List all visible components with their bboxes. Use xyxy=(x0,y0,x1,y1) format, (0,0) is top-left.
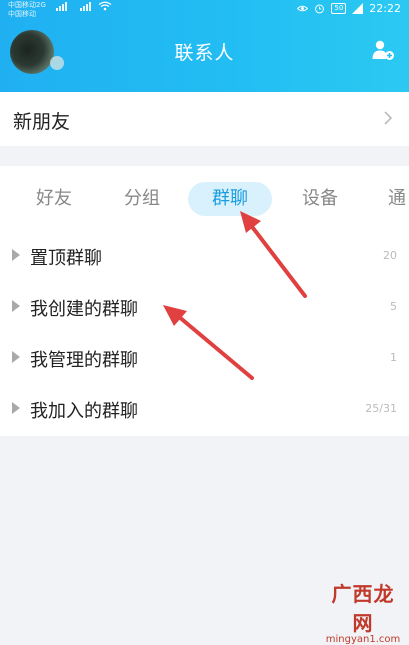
group-row-count: 5 xyxy=(390,300,397,313)
tab-group-chats[interactable]: 群聊 xyxy=(188,182,272,216)
tab-groups[interactable]: 分组 xyxy=(124,184,160,210)
clock: 22:22 xyxy=(369,2,401,15)
watermark-brand: 广西龙网 xyxy=(331,582,395,635)
eye-icon xyxy=(297,5,309,12)
cell-signal-icon xyxy=(352,3,364,14)
tab-more[interactable]: 通 xyxy=(388,184,406,210)
page-title: 联系人 xyxy=(174,42,235,64)
expand-triangle-icon xyxy=(12,351,20,363)
group-row-label: 我加入的群聊 xyxy=(30,401,138,422)
group-row-label: 我管理的群聊 xyxy=(30,350,138,371)
group-row-managed[interactable]: 我管理的群聊 1 xyxy=(0,334,409,384)
wifi-icon xyxy=(98,1,112,11)
expand-triangle-icon xyxy=(12,402,20,414)
group-row-count: 1 xyxy=(390,351,397,364)
carrier-line-1: 中国移动2G xyxy=(8,1,46,9)
new-friends-row[interactable]: 新朋友 xyxy=(0,92,409,146)
new-friends-label: 新朋友 xyxy=(13,111,71,133)
group-row-count: 20 xyxy=(383,249,397,262)
add-contact-icon[interactable] xyxy=(371,38,395,62)
expand-triangle-icon xyxy=(12,300,20,312)
tab-devices[interactable]: 设备 xyxy=(302,184,338,210)
tab-bar: 好友 分组 群聊 设备 通 xyxy=(0,166,409,230)
signal-icon xyxy=(80,2,91,11)
carrier-line-2: 中国移动 xyxy=(8,10,36,18)
status-bar: 中国移动2G 中国移动 50 22:22 xyxy=(0,0,409,18)
app-header: 中国移动2G 中国移动 50 22:22 联系人 xyxy=(0,0,409,92)
group-row-joined[interactable]: 我加入的群聊 25/31 xyxy=(0,385,409,435)
watermark-url: mingyan1.com xyxy=(325,634,401,645)
status-right: 50 22:22 xyxy=(297,2,401,15)
watermark: 广西龙网 mingyan1.com xyxy=(323,578,403,645)
alarm-icon xyxy=(315,4,325,14)
group-row-label: 置顶群聊 xyxy=(30,248,102,269)
tab-friends[interactable]: 好友 xyxy=(36,184,72,210)
group-row-label: 我创建的群聊 xyxy=(30,299,138,320)
contacts-panel: 好友 分组 群聊 设备 通 置顶群聊 20 我创建的群聊 5 我管理的群聊 1 … xyxy=(0,166,409,436)
expand-triangle-icon xyxy=(12,249,20,261)
group-row-pinned[interactable]: 置顶群聊 20 xyxy=(0,232,409,282)
group-row-created[interactable]: 我创建的群聊 5 xyxy=(0,283,409,333)
chevron-right-icon xyxy=(384,111,393,125)
signal-icon xyxy=(56,2,67,11)
carrier-info: 中国移动2G 中国移动 xyxy=(8,1,46,19)
battery-indicator: 50 xyxy=(331,3,347,14)
group-row-count: 25/31 xyxy=(365,402,397,415)
